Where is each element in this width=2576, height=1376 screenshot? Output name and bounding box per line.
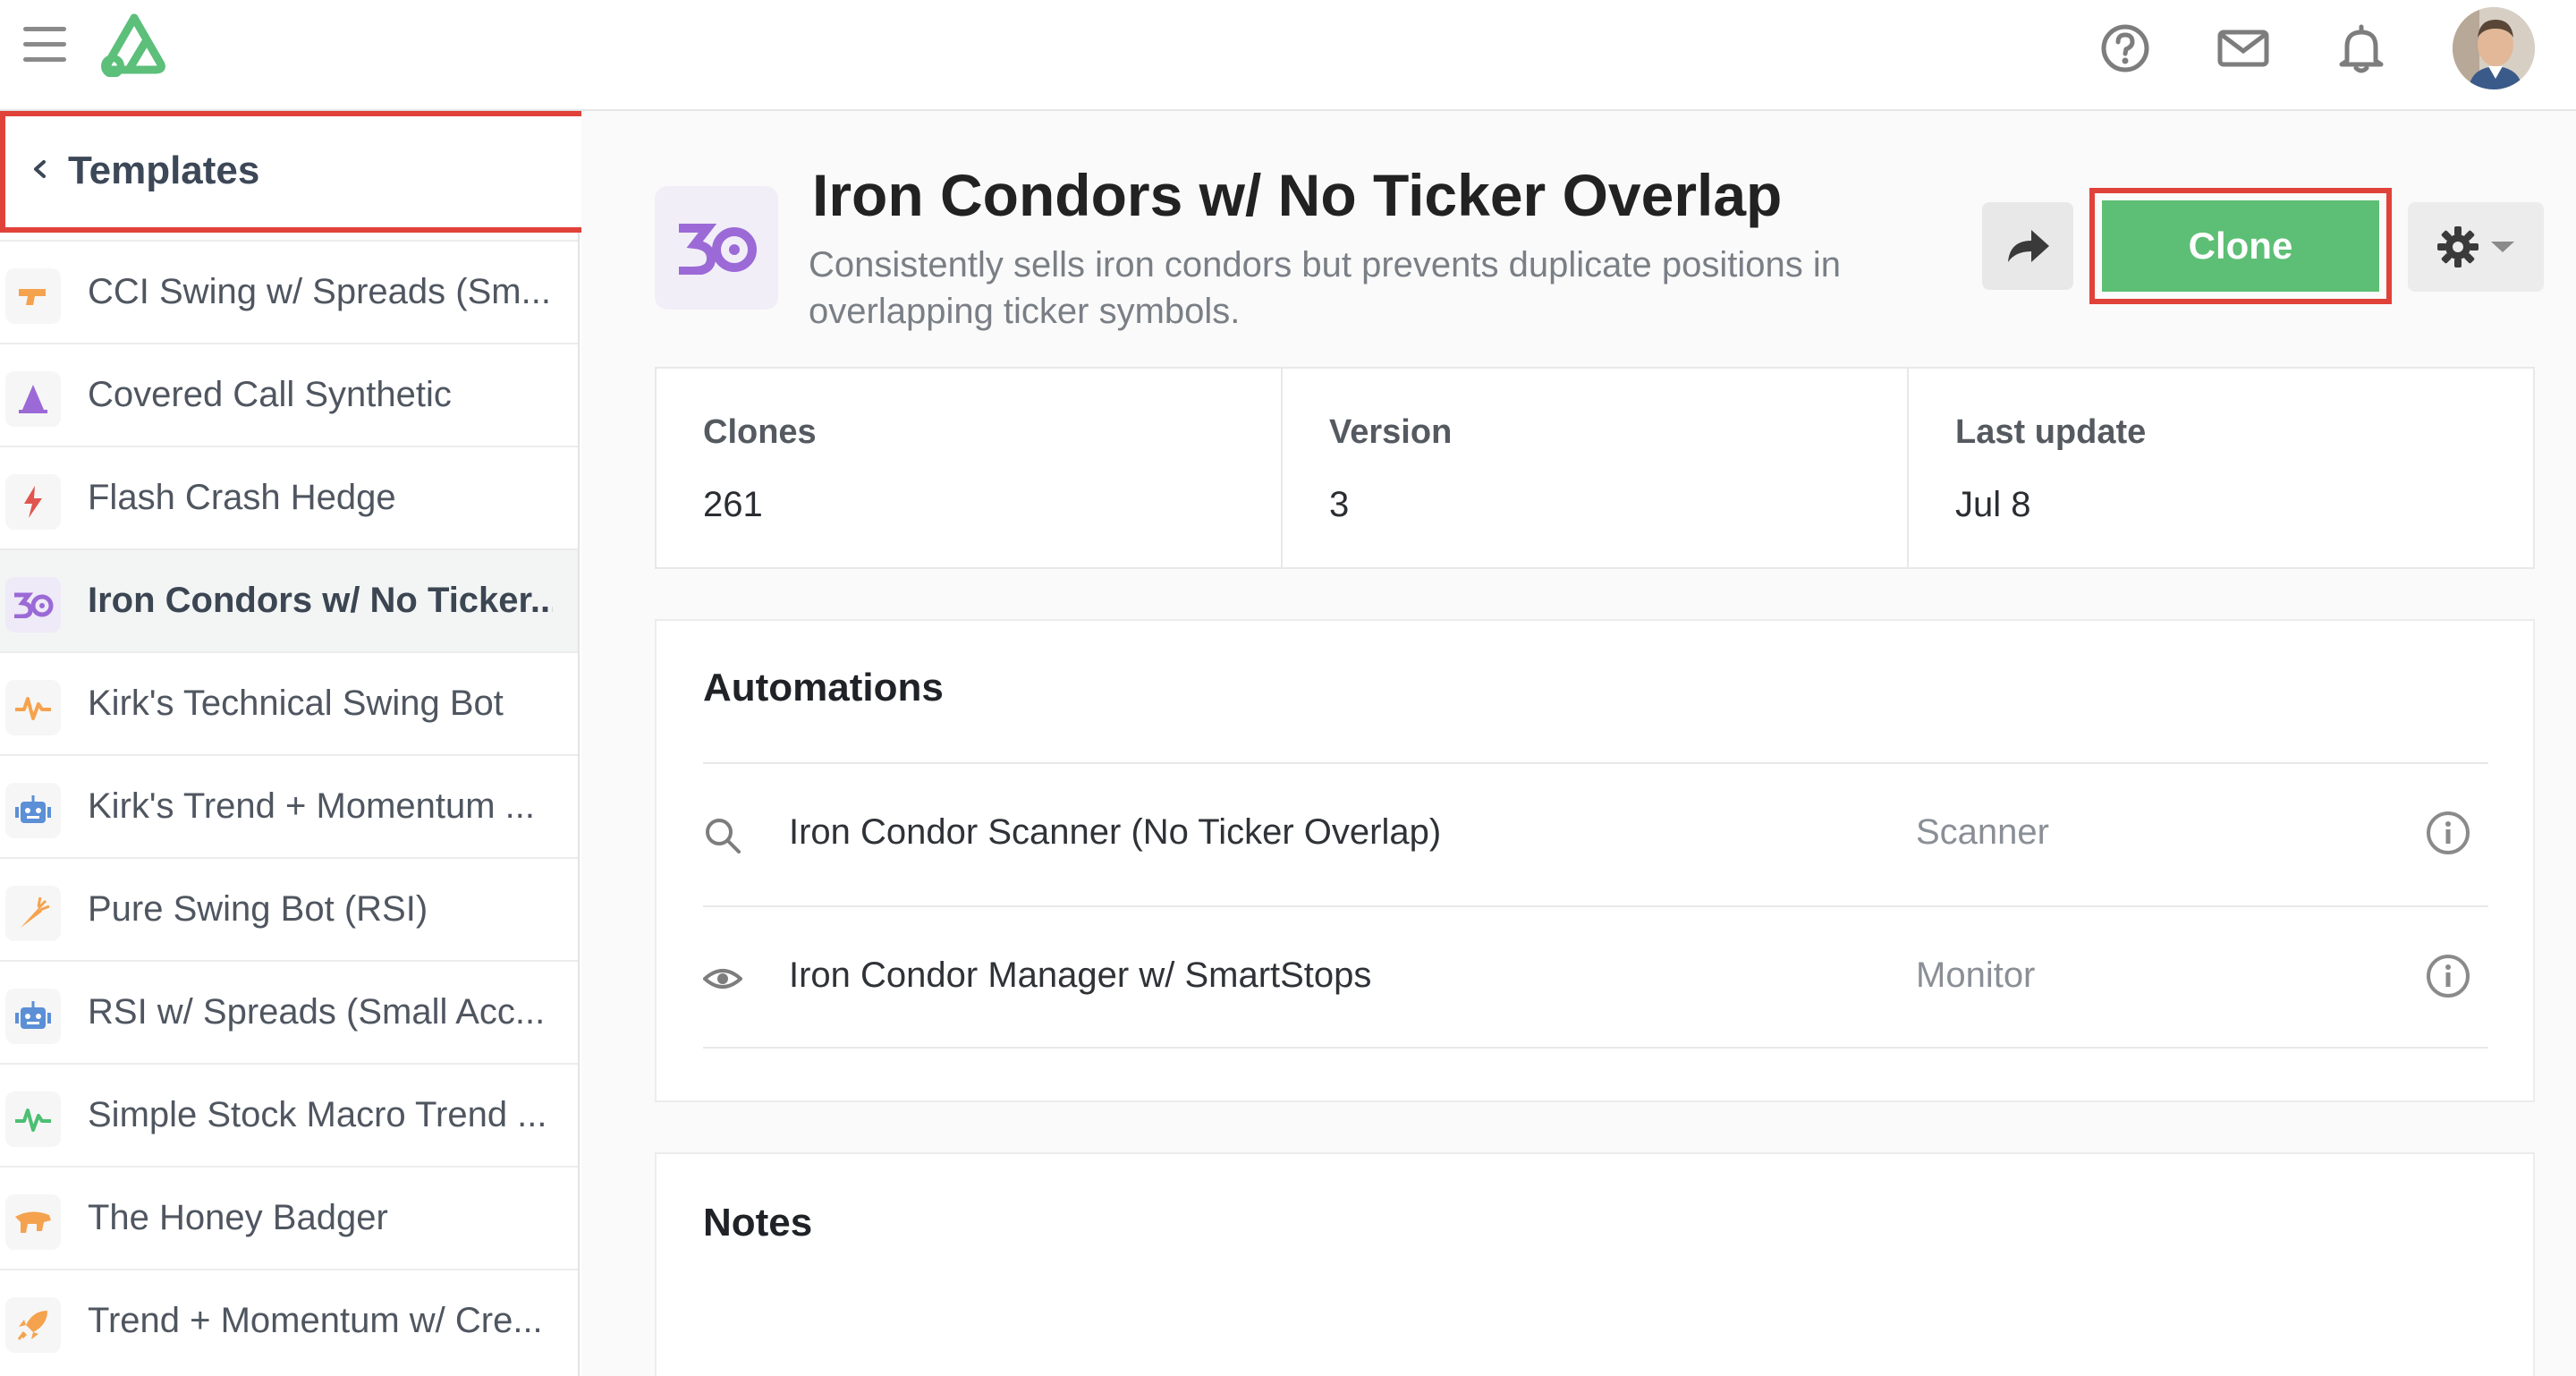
sidebar-item-rsi-spreads[interactable]: RSI w/ Spreads (Small Acc... xyxy=(0,960,578,1063)
logo[interactable] xyxy=(97,11,172,77)
automation-row-monitor[interactable]: Iron Condor Manager w/ SmartStops Monito… xyxy=(703,905,2488,1049)
clone-button-highlight: Clone xyxy=(2089,188,2392,304)
sidebar-item-honey-badger[interactable]: The Honey Badger xyxy=(0,1166,578,1269)
sidebar-item-label: RSI w/ Spreads (Small Acc... xyxy=(88,992,546,1032)
stat-clones: Clones 261 xyxy=(657,369,1283,567)
templates-label: Templates xyxy=(68,149,260,192)
chevron-left-icon xyxy=(34,160,46,178)
menu-icon[interactable] xyxy=(23,27,66,66)
robot-icon xyxy=(5,783,61,838)
automation-type: Monitor xyxy=(1916,956,2036,995)
mail-icon[interactable] xyxy=(2215,20,2272,77)
sidebar-item-label: Pure Swing Bot (RSI) xyxy=(88,889,428,929)
sidebar-item-covered-call[interactable]: Covered Call Synthetic xyxy=(0,343,578,446)
sidebar-item-label: Trend + Momentum w/ Cre... xyxy=(88,1301,543,1340)
carrot-icon xyxy=(5,886,61,941)
sidebar-item-kirks-technical[interactable]: Kirk's Technical Swing Bot xyxy=(0,651,578,754)
share-icon xyxy=(2008,230,2049,262)
lightning-icon xyxy=(5,474,61,530)
automation-row-scanner[interactable]: Iron Condor Scanner (No Ticker Overlap) … xyxy=(703,762,2488,905)
stat-value: Jul 8 xyxy=(1955,485,2031,524)
stat-label: Clones xyxy=(703,413,817,451)
bot-description: Consistently sells iron condors but prev… xyxy=(809,245,1841,331)
pulse-icon xyxy=(5,680,61,735)
iron-condor-icon xyxy=(5,577,61,633)
info-icon[interactable] xyxy=(2424,809,2472,857)
sidebar-item-label: CCI Swing w/ Spreads (Sm... xyxy=(88,272,551,311)
sidebar-item-flash-crash[interactable]: Flash Crash Hedge xyxy=(0,446,578,548)
sidebar-item-label: Kirk's Technical Swing Bot xyxy=(88,684,504,723)
sidebar-item-simple-stock[interactable]: Simple Stock Macro Trend ... xyxy=(0,1063,578,1166)
stat-label: Last update xyxy=(1955,413,2147,451)
help-icon[interactable] xyxy=(2097,20,2154,77)
stat-value: 3 xyxy=(1329,485,1350,524)
top-bar xyxy=(0,0,2576,111)
robot-icon xyxy=(5,989,61,1044)
sidebar-item-trend-momentum[interactable]: Trend + Momentum w/ Cre... xyxy=(0,1269,578,1372)
info-icon[interactable] xyxy=(2424,952,2472,1000)
template-list: CCI Swing w/ Spreads (Sm... Covered Call… xyxy=(0,240,578,1372)
sidebar-item-label: Flash Crash Hedge xyxy=(88,478,396,517)
iron-condor-icon xyxy=(655,186,778,310)
notes-card: Notes xyxy=(655,1152,2535,1376)
sidebar-item-cci-swing[interactable]: CCI Swing w/ Spreads (Sm... xyxy=(0,240,578,343)
sidebar: CCI Swing w/ Spreads (Sm... Covered Call… xyxy=(0,111,608,1376)
share-button[interactable] xyxy=(1982,202,2073,290)
sidebar-panel: CCI Swing w/ Spreads (Sm... Covered Call… xyxy=(0,111,578,1376)
main-panel: Iron Condors w/ No Ticker Overlap Consis… xyxy=(581,111,2576,1376)
automations-title: Automations xyxy=(703,666,944,709)
gear-icon xyxy=(2437,226,2479,268)
stat-last-update: Last update Jul 8 xyxy=(1909,369,2533,567)
wizard-hat-icon xyxy=(5,371,61,427)
sidebar-item-kirks-trend[interactable]: Kirk's Trend + Momentum ... xyxy=(0,754,578,857)
sidebar-item-label: Kirk's Trend + Momentum ... xyxy=(88,786,536,826)
search-icon xyxy=(706,819,741,854)
gun-icon xyxy=(5,268,61,324)
stat-value: 261 xyxy=(703,485,763,524)
notes-title: Notes xyxy=(703,1201,813,1244)
bell-icon[interactable] xyxy=(2333,20,2390,77)
rocket-icon xyxy=(5,1297,61,1353)
stats-panel: Clones 261 Version 3 Last update Jul 8 xyxy=(655,367,2535,569)
sidebar-item-label: Simple Stock Macro Trend ... xyxy=(88,1095,547,1134)
pulse-icon xyxy=(5,1091,61,1147)
automation-name: Iron Condor Scanner (No Ticker Overlap) xyxy=(789,812,1442,852)
stat-version: Version 3 xyxy=(1283,369,1909,567)
sidebar-item-iron-condors[interactable]: Iron Condors w/ No Ticker... xyxy=(0,548,578,651)
templates-back-button[interactable]: Templates xyxy=(0,111,608,233)
avatar[interactable] xyxy=(2453,7,2535,89)
automation-name: Iron Condor Manager w/ SmartStops xyxy=(789,956,1372,995)
eye-icon xyxy=(703,969,742,989)
automations-card: Automations Iron Condor Scanner (No Tick… xyxy=(655,619,2535,1102)
sidebar-item-label: Iron Condors w/ No Ticker... xyxy=(88,581,553,620)
badger-icon xyxy=(5,1194,61,1250)
stat-label: Version xyxy=(1329,413,1453,451)
caret-down-icon xyxy=(2491,242,2514,252)
sidebar-item-label: Covered Call Synthetic xyxy=(88,375,452,414)
sidebar-item-pure-swing[interactable]: Pure Swing Bot (RSI) xyxy=(0,857,578,960)
automation-type: Scanner xyxy=(1916,812,2049,852)
clone-button[interactable]: Clone xyxy=(2102,200,2379,292)
sidebar-item-label: The Honey Badger xyxy=(88,1198,388,1237)
settings-dropdown-button[interactable] xyxy=(2408,202,2544,292)
page-title: Iron Condors w/ No Ticker Overlap xyxy=(812,162,1783,228)
